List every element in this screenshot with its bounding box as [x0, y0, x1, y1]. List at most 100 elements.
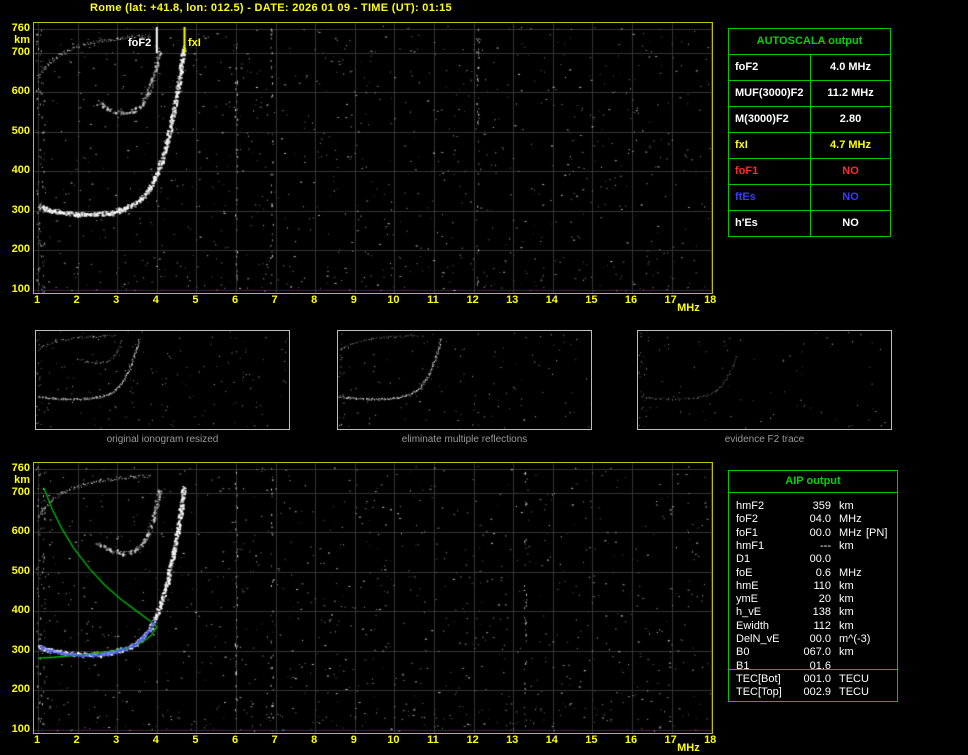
main-plot-x-tick-12: 12: [466, 294, 479, 306]
main-plot-x-tick-16: 16: [624, 294, 638, 306]
thumbnail-evidence-canvas: [638, 331, 891, 429]
aip-d1-label: D1: [736, 553, 751, 565]
aip-b1-value: 01.6: [809, 660, 831, 672]
main-plot-x-tick-6: 6: [231, 294, 239, 306]
profile-plot-x-tick-1: 1: [33, 734, 41, 746]
autoscala-row-value: NO: [810, 159, 890, 184]
profile-plot-y-tick-400: 400: [11, 604, 30, 617]
profile-plot-x-tick-16: 16: [624, 734, 638, 746]
autoscala-row-label: h'Es: [735, 217, 758, 229]
autoscala-row-value: 4.7 MHz: [810, 133, 890, 158]
profile-plot-x-tick-14: 14: [545, 734, 558, 746]
aip-tec-bot-label: TEC[Bot]: [736, 673, 781, 685]
aip-fof1-note: [PN]: [866, 527, 888, 539]
main-plot-y-tick-100: 100: [11, 283, 30, 295]
aip-hme-unit: km: [839, 580, 854, 592]
profile-plot-y-tick-200: 200: [11, 683, 30, 696]
caption-eliminate: eliminate multiple reflections: [401, 434, 528, 445]
aip-h-ve-unit: km: [839, 606, 854, 618]
thumbnail-eliminate-box: [337, 330, 592, 430]
profile-plot-x-tick-6: 6: [231, 734, 239, 746]
main-plot-x-tick-14: 14: [545, 294, 558, 306]
main-plot-x-tick-10: 10: [387, 294, 400, 306]
autoscala-row-value: 2.80: [810, 107, 890, 132]
aip-ewidth-unit: km: [839, 620, 854, 632]
profile-plot-x-tick-9: 9: [350, 734, 357, 746]
aip-b1-label: B1: [736, 660, 750, 672]
aip-hme-value: 110: [813, 580, 831, 592]
main-plot-x-tick-13: 13: [506, 294, 519, 306]
main-plot-x-tick-5: 5: [192, 294, 199, 306]
profile-plot-y-tick-700: 700: [11, 485, 30, 498]
profile-ionogram-canvas: [34, 463, 712, 733]
profile-plot-x-tick-12: 12: [466, 734, 479, 746]
main-plot-x-tick-4: 4: [152, 294, 159, 306]
aip-fof2-value: 04.0: [809, 513, 831, 525]
aip-fof2-unit: MHz: [839, 513, 862, 525]
main-plot-x-tick-1: 1: [33, 294, 41, 306]
profile-plot-x-tick-5: 5: [192, 734, 199, 746]
autoscala-app: Rome (lat: +41.8, lon: 012.5) - DATE: 20…: [0, 0, 968, 755]
station-date-title: Rome (lat: +41.8, lon: 012.5) - DATE: 20…: [90, 2, 452, 14]
aip-hme-label: hmE: [736, 580, 759, 592]
aip-tec-top-value: 002.9: [803, 686, 831, 698]
aip-fof1-unit: MHz: [839, 527, 862, 539]
aip-tec-top-unit: TECU: [839, 686, 869, 698]
autoscala-row-m-3000-f2: M(3000)F2 2.80: [729, 106, 890, 132]
aip-tec-bot-value: 001.0: [803, 673, 831, 685]
aip-tec-separator: [729, 669, 897, 670]
aip-yme-value: 20: [818, 593, 831, 605]
thumbnail-eliminate-canvas: [338, 331, 591, 429]
aip-foe-label: foE: [736, 567, 753, 579]
thumbnail-evidence-box: [637, 330, 892, 430]
main-plot-y-tick-200: 200: [11, 243, 30, 256]
main-plot-x-tick-2: 2: [73, 294, 80, 306]
profile-plot-y-tick-500: 500: [11, 564, 30, 577]
aip-deln-ve-label: DelN_vE: [736, 633, 780, 645]
autoscala-row-fof2: foF2 4.0 MHz: [729, 54, 890, 80]
aip-b0-unit: km: [839, 646, 854, 658]
profile-plot-y-tick-300: 300: [11, 643, 30, 656]
main-plot-y-tick-300: 300: [11, 203, 30, 216]
main-plot-y-tick-700: 700: [11, 45, 30, 58]
profile-plot-y-tick-100: 100: [11, 723, 30, 735]
autoscala-output-rows: foF2 4.0 MHz MUF(3000)F2 11.2 MHz M(3000)F2 2…: [729, 54, 890, 236]
profile-plot-y-tick-600: 600: [11, 525, 30, 538]
main-plot-x-tick-8: 8: [311, 294, 318, 306]
aip-yme-label: ymE: [736, 593, 758, 605]
thumbnail-original-canvas: [36, 331, 289, 429]
main-plot-y-tick-400: 400: [11, 164, 30, 177]
autoscala-row-label: foF1: [735, 165, 759, 177]
aip-b0-value: 067.0: [803, 646, 831, 658]
profile-plot-y-unit: km: [14, 474, 30, 486]
autoscala-row-label: M(3000)F2: [735, 113, 789, 125]
autoscala-row-value: NO: [810, 185, 890, 210]
profile-plot-x-tick-13: 13: [506, 734, 519, 746]
aip-tec-bot-unit: TECU: [839, 673, 869, 685]
aip-ewidth-label: Ewidth: [736, 620, 770, 632]
foF2-marker-label: foF2: [128, 37, 152, 49]
autoscala-output-title: AUTOSCALA output: [756, 35, 863, 47]
aip-deln-ve-value: 00.0: [809, 633, 831, 645]
main-plot-x-tick-7: 7: [271, 294, 278, 306]
aip-h-ve-label: h_vE: [736, 606, 762, 618]
profile-plot-x-tick-18: 18: [704, 734, 717, 746]
fxI-marker-label: fxI: [188, 37, 201, 49]
aip-hmf2-value: 359: [812, 500, 831, 512]
profile-plot-x-unit: MHz: [677, 742, 700, 754]
aip-fof1-label: foF1: [736, 527, 759, 539]
aip-hmf2-label: hmF2: [736, 500, 765, 512]
aip-b0-label: B0: [736, 646, 750, 658]
profile-plot-x-tick-15: 15: [585, 734, 598, 746]
aip-d1-value: 00.0: [809, 553, 831, 565]
profile-plot-x-tick-10: 10: [387, 734, 400, 746]
aip-ewidth-value: 112: [813, 620, 831, 632]
autoscala-row-ftes: ftEs NO: [729, 184, 890, 210]
autoscala-output-panel: AUTOSCALA output foF2 4.0 MHz MUF(3000)F2 1…: [728, 28, 891, 237]
main-plot-y-tick-600: 600: [11, 85, 30, 98]
main-plot-x-tick-11: 11: [427, 294, 439, 306]
main-plot-y-tick-760: 760: [11, 22, 30, 34]
main-ionogram-canvas: [34, 23, 712, 293]
profile-plot-y-tick-760: 760: [11, 462, 30, 474]
autoscala-row-label: foF2: [735, 61, 759, 73]
